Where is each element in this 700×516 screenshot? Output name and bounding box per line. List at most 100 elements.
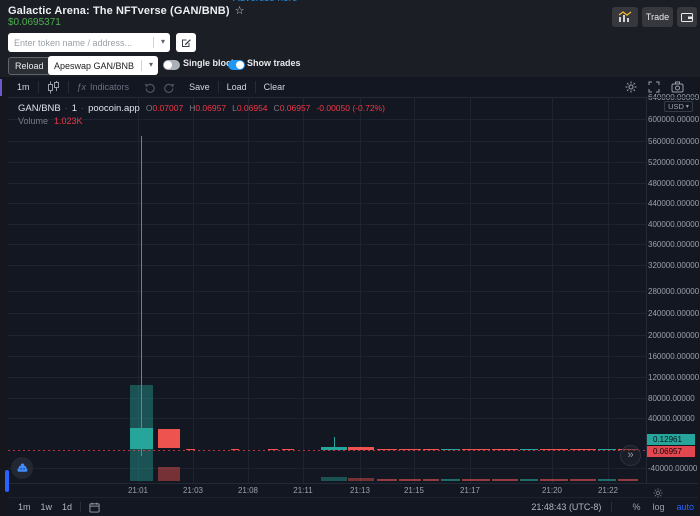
indicators-button[interactable]: ƒx Indicators (77, 82, 130, 92)
flat-candle (598, 449, 616, 450)
percent-scale-button[interactable]: % (632, 502, 640, 512)
legend-separator: · (65, 103, 68, 113)
auto-scale-button[interactable]: auto (676, 502, 694, 512)
flat-candle (540, 449, 568, 450)
volume-tick (570, 479, 596, 481)
candle-body (158, 429, 180, 448)
gridline-h (8, 119, 646, 120)
volume-tick (492, 479, 518, 481)
flat-candle (399, 449, 421, 450)
camera-icon[interactable] (671, 81, 684, 93)
volume-tick (598, 479, 616, 481)
poocoin-watermark-button[interactable] (11, 457, 33, 479)
left-scrollbar-thumb[interactable] (5, 470, 9, 492)
flat-candle (423, 449, 439, 450)
candlestick-icon (47, 81, 60, 94)
left-edge-accent (0, 79, 2, 96)
bottom-bar: 1m 1w 1d 21:48:43 (UTC-8) % log auto (8, 498, 698, 516)
gridline-h (8, 335, 646, 336)
bottom-bar-divider (80, 502, 81, 512)
flat-candle (377, 449, 397, 450)
x-axis-label: 21:17 (455, 486, 485, 495)
toolbar-divider (38, 81, 39, 93)
volume-bar (348, 478, 374, 481)
x-axis-label: 21:15 (399, 486, 429, 495)
gridline-h (8, 468, 646, 469)
currency-selector-button[interactable]: USD ▾ (664, 101, 693, 112)
volume-tick (399, 479, 421, 481)
redo-button[interactable] (163, 82, 176, 93)
gridline-h (8, 244, 646, 245)
flat-candle (570, 449, 596, 450)
gridline-h (8, 377, 646, 378)
volume-tick (618, 479, 638, 481)
settings-gear-icon[interactable] (625, 81, 637, 93)
gridline-h (8, 313, 646, 314)
price-scale-divider (646, 98, 647, 483)
volume-tick (540, 479, 568, 481)
time-axis-border (8, 483, 698, 484)
undo-icon (143, 82, 156, 93)
y-axis-label: 560000.00000 (648, 137, 694, 146)
log-scale-button[interactable]: log (652, 502, 664, 512)
bottom-bar-divider (611, 502, 612, 512)
volume-tick (423, 479, 439, 481)
y-axis-label: 480000.00000 (648, 179, 694, 188)
y-axis-label: 160000.00000 (648, 352, 694, 361)
gridline-v (414, 97, 415, 483)
price-label-up: 0.12961 (647, 434, 695, 445)
x-axis-label: 21:11 (288, 486, 318, 495)
gridline-h (8, 224, 646, 225)
flat-candle (441, 449, 460, 450)
gridline-h (8, 265, 646, 266)
y-axis-label: 360000.00000 (648, 240, 694, 249)
volume-label: Volume (18, 116, 48, 126)
clear-button[interactable]: Clear (264, 82, 286, 92)
range-1d-button[interactable]: 1d (62, 502, 72, 512)
volume-tick (441, 479, 460, 481)
chevron-down-icon: ▾ (686, 103, 689, 110)
y-axis-label: 400000.00000 (648, 220, 694, 229)
range-1w-button[interactable]: 1w (41, 502, 53, 512)
fx-icon: ƒx (77, 82, 87, 92)
ohlc-change: -0.00050 (-0.72%) (316, 103, 385, 113)
x-axis-label: 21:08 (233, 486, 263, 495)
toolbar-divider (68, 81, 69, 93)
undo-button[interactable] (143, 82, 156, 93)
calendar-icon (89, 502, 100, 513)
range-1m-button[interactable]: 1m (18, 502, 31, 512)
gridline-v (360, 97, 361, 483)
ohlc-open-label: O (146, 103, 153, 113)
y-axis-label: 280000.00000 (648, 287, 694, 296)
candle-style-button[interactable] (47, 81, 60, 94)
flat-candle (462, 449, 490, 450)
gridline-v (193, 97, 194, 483)
flat-candle (231, 449, 239, 450)
gridline-v (552, 97, 553, 483)
candle-body (130, 428, 153, 449)
fullscreen-icon[interactable] (648, 81, 660, 93)
y-axis-label: -40000.00000 (648, 464, 694, 473)
x-axis-label: 21:20 (537, 486, 567, 495)
goto-realtime-button[interactable]: » (620, 445, 641, 466)
double-chevron-right-icon: » (627, 450, 633, 461)
load-button[interactable]: Load (227, 82, 247, 92)
gridline-h (8, 418, 646, 419)
save-button[interactable]: Save (189, 82, 210, 92)
legend-separator: · (81, 103, 84, 113)
interval-button[interactable]: 1m (17, 82, 30, 92)
y-axis-label: 440000.00000 (648, 199, 694, 208)
indicators-label: Indicators (90, 82, 129, 92)
toolbar-divider (255, 81, 256, 93)
x-axis-label: 21:01 (123, 486, 153, 495)
ohlc-close-value: 0.06957 (280, 103, 311, 113)
legend-symbol[interactable]: GAN/BNB (18, 103, 61, 114)
ohlc-low-value: 0.06954 (237, 103, 268, 113)
gridline-v (608, 97, 609, 483)
gridline-h (8, 183, 646, 184)
clock-timezone-button[interactable]: 21:48:43 (UTC-8) (531, 502, 601, 512)
gridline-h (8, 291, 646, 292)
ohlc-high-value: 0.06957 (195, 103, 226, 113)
go-to-date-button[interactable] (89, 502, 100, 513)
candle-wick (141, 136, 142, 456)
